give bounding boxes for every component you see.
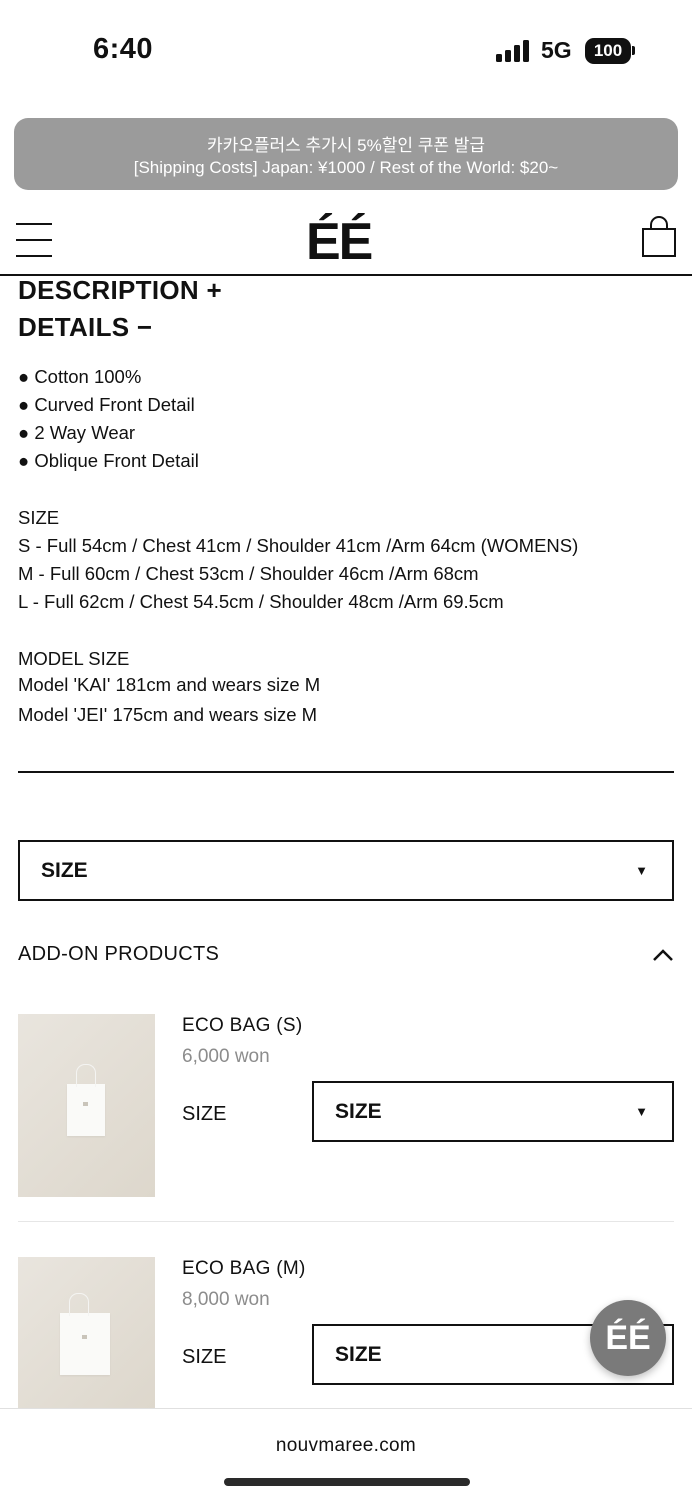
eco-bag-s-image[interactable] [18, 1014, 155, 1197]
tote-bag-graphic [67, 1064, 105, 1136]
detail-bullet: ● 2 Way Wear [18, 422, 136, 443]
home-indicator[interactable] [224, 1478, 470, 1486]
size-select[interactable]: SIZE ▼ [18, 840, 674, 901]
tote-bag-graphic [60, 1293, 110, 1375]
product-name[interactable]: ECO BAG (M) [182, 1258, 306, 1280]
size-row-s: S - Full 54cm / Chest 41cm / Shoulder 41… [18, 535, 579, 556]
size-heading: SIZE [18, 507, 60, 528]
model-kai-info: Model 'KAI' 181cm and wears size M [18, 674, 321, 695]
description-toggle[interactable]: DESCRIPTION + [18, 275, 222, 306]
product-divider [18, 1221, 674, 1222]
announcement-banner[interactable]: 카카오플러스 추가시 5%할인 쿠폰 발급 [Shipping Costs] J… [14, 118, 678, 190]
battery-nub [632, 46, 635, 55]
size-row-m: M - Full 60cm / Chest 53cm / Shoulder 46… [18, 563, 479, 584]
banner-coupon-text: 카카오플러스 추가시 5%할인 쿠폰 발급 [206, 136, 486, 155]
size-select-value: SIZE [335, 1100, 382, 1123]
product-size-label: SIZE [182, 1103, 227, 1125]
browser-bottom-bar: nouvmaree.com [0, 1408, 692, 1500]
product-name[interactable]: ECO BAG (S) [182, 1015, 302, 1037]
network-type: 5G [541, 37, 572, 63]
details-toggle[interactable]: DETAILS − [18, 312, 152, 343]
hamburger-menu-icon[interactable] [16, 220, 52, 257]
eco-bag-s-size-select[interactable]: SIZE ▼ [312, 1081, 674, 1142]
detail-bullet: ● Cotton 100% [18, 366, 142, 387]
detail-bullet: ● Curved Front Detail [18, 394, 195, 415]
shopping-bag-icon[interactable] [641, 216, 677, 258]
dropdown-arrow-icon: ▼ [635, 1104, 648, 1119]
product-price: 6,000 won [182, 1046, 270, 1067]
model-size-heading: MODEL SIZE [18, 648, 130, 669]
page: 6:40 5G 100 카카오플러스 추가시 5%할인 쿠폰 발급 [Shipp… [0, 0, 692, 1500]
status-bar: 6:40 5G 100 [0, 0, 692, 100]
floating-chat-button[interactable]: ÉÉ [590, 1300, 666, 1376]
site-header: ÉÉ [0, 198, 692, 276]
product-size-label: SIZE [182, 1346, 227, 1368]
banner-shipping-text: [Shipping Costs] Japan: ¥1000 / Rest of … [133, 158, 559, 177]
size-select-value: SIZE [41, 859, 88, 882]
site-logo[interactable]: ÉÉ [306, 212, 373, 272]
product-price: 8,000 won [182, 1289, 270, 1310]
cellular-signal-icon [496, 40, 532, 62]
dropdown-arrow-icon: ▼ [635, 863, 648, 878]
detail-bullet: ● Oblique Front Detail [18, 450, 199, 471]
size-row-l: L - Full 62cm / Chest 54.5cm / Shoulder … [18, 591, 504, 612]
section-divider [18, 771, 674, 773]
url-address[interactable]: nouvmaree.com [0, 1435, 692, 1457]
size-select-value: SIZE [335, 1343, 382, 1366]
add-on-products-title: ADD-ON PRODUCTS [18, 943, 220, 965]
battery-icon: 100 [585, 38, 631, 64]
eco-bag-m-image[interactable] [18, 1257, 155, 1408]
status-time: 6:40 [93, 33, 154, 65]
chevron-up-icon[interactable] [650, 945, 676, 965]
model-jei-info: Model 'JEI' 175cm and wears size M [18, 704, 318, 725]
